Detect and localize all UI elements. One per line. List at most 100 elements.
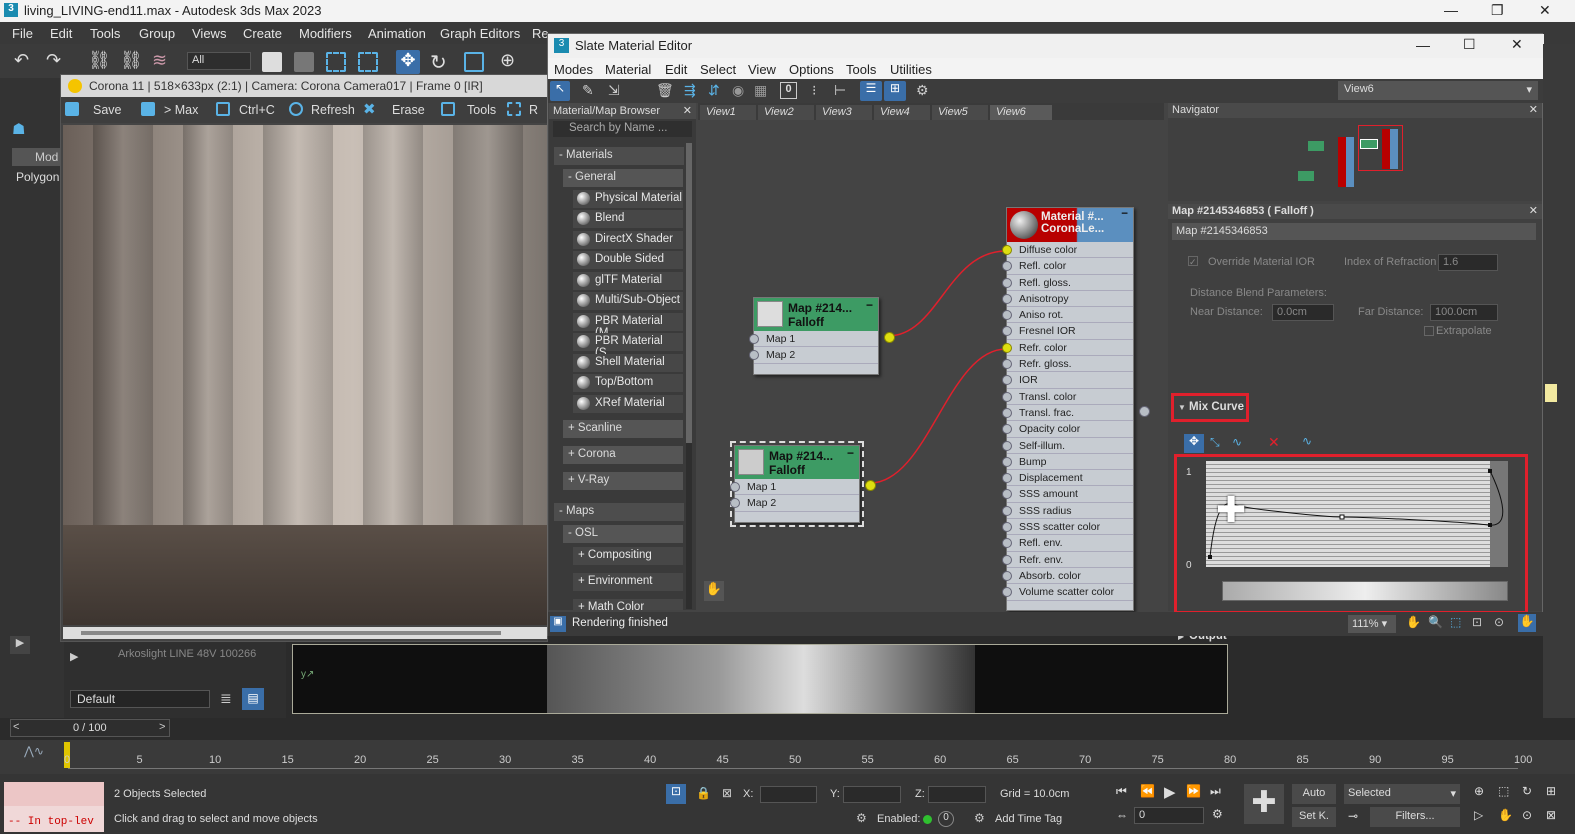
zoom-icon[interactable]: 🔍 [1428,615,1443,629]
play-icon[interactable]: ▶ [10,636,30,654]
slot-socket[interactable] [1002,359,1012,370]
browser-search-input[interactable]: Search by Name ... [553,121,692,137]
layer-explorer-icon[interactable]: ▤ [242,688,264,710]
sme-menu-utilities[interactable]: Utilities [890,62,932,77]
zoom-dropdown[interactable]: 111% ▾ [1348,615,1396,633]
slot-socket[interactable] [730,482,740,492]
show-shaded-icon[interactable]: ◉ [732,82,744,99]
move-children-icon[interactable]: ⇶ [684,82,696,99]
slot-refl-env[interactable]: Refl. env. [1002,535,1133,552]
tools-icon[interactable] [441,102,455,116]
adaptive-degradation-icon[interactable]: ⚙ [856,811,867,825]
category-vray[interactable]: + V-Ray [563,472,683,490]
browser-item-physical-material[interactable]: Physical Material [573,190,683,208]
viewport-nav-icon-4[interactable]: ⊞ [1546,784,1556,798]
to-max-button[interactable]: > Max [164,103,198,117]
sme-menu-view[interactable]: View [748,62,776,77]
redo-icon[interactable]: ↷ [46,50,61,71]
zoom-selected-icon[interactable]: ⊙ [1494,615,1504,629]
slot-displacement[interactable]: Displacement [1002,470,1133,487]
mix-curve-graph[interactable]: ✚ [1206,461,1508,567]
set-key-big-icon[interactable]: ✚ [1244,784,1284,824]
time-slider[interactable]: < 0 / 100 > [10,719,170,737]
set-key-button[interactable]: Set K. [1292,807,1336,827]
save-icon[interactable] [65,102,79,116]
node-collapse-icon[interactable]: − [1121,208,1128,220]
layout-children-icon[interactable]: ⊢ [834,82,846,99]
slot-socket[interactable] [1002,277,1012,288]
slot-sss-scatter-color[interactable]: SSS scatter color [1002,519,1133,536]
polygon-button[interactable]: Polygon [12,168,62,186]
viewport-nav-icon-8[interactable]: ⊠ [1546,808,1556,822]
browser-item-multi-sub-object[interactable]: Multi/Sub-Object [573,292,683,310]
slot-transl-color[interactable]: Transl. color [1002,389,1133,405]
slot-volume-scatter-color[interactable]: Volume scatter color [1002,584,1133,601]
pan-icon[interactable]: ✋ [1406,615,1421,629]
map-name-field[interactable]: Map #2145346853 [1172,223,1536,240]
maxscript-listener[interactable]: -- In top-lev [4,782,104,832]
viewport-nav-icon-2[interactable]: ⬚ [1498,784,1509,798]
pick-material-icon[interactable]: ✎ [582,82,594,99]
browser-item-double-sided[interactable]: Double Sided [573,251,683,269]
select-tool-icon[interactable]: ↖ [550,81,570,101]
slot-socket[interactable] [1002,245,1012,255]
zoom-extents-icon[interactable]: ⊡ [1472,615,1482,629]
category-maps[interactable]: - Maps [554,503,684,521]
menu-file[interactable]: File [12,26,33,41]
browser-item-blend[interactable]: Blend [573,210,683,228]
navigator-map[interactable] [1298,121,1408,197]
auto-key-button[interactable]: Auto [1292,784,1336,804]
rect-selection-icon[interactable] [326,52,346,72]
slot-ior[interactable]: IOR [1002,372,1133,389]
y-coordinate-field[interactable] [843,786,901,803]
slot-socket[interactable] [1002,456,1012,467]
slot-refr-color[interactable]: Refr. color [1002,340,1133,357]
curve-reset-icon[interactable]: ∿ [1302,434,1312,448]
viewport-bottom[interactable]: y↗ [292,644,1228,714]
parameter-editor-icon[interactable]: ⊞ [884,81,906,101]
next-frame-icon[interactable]: ⏩ [1186,784,1201,798]
sme-menu-select[interactable]: Select [700,62,736,77]
play-animation-icon[interactable]: ▶ [1164,783,1176,801]
sme-maximize-icon[interactable]: ☐ [1463,36,1476,53]
copy-icon[interactable] [216,102,230,116]
sme-menu-options[interactable]: Options [789,62,834,77]
sme-menu-edit[interactable]: Edit [665,62,687,77]
menu-create[interactable]: Create [243,26,282,41]
to-max-icon[interactable] [141,102,155,116]
sample-slots-icon[interactable]: 0 [780,82,797,99]
node-falloff-2-header[interactable]: Map #214... Falloff − [735,446,859,479]
collapse-arrow-icon[interactable]: ▼ [1178,403,1186,412]
region-button[interactable]: R [529,103,538,117]
sme-menu-tools[interactable]: Tools [846,62,876,77]
slot-map1[interactable]: Map 1 [749,331,878,348]
navigator-close-icon[interactable]: ✕ [1529,103,1538,116]
slot-socket[interactable] [1002,570,1012,581]
absolute-mode-icon[interactable]: ⊠ [722,786,732,800]
slot-socket[interactable] [1002,407,1012,418]
slot-anisotropy[interactable]: Anisotropy [1002,291,1133,308]
assign-material-icon[interactable]: ⇲ [608,82,620,99]
go-to-start-icon[interactable]: ⏮ [1116,784,1127,799]
category-compositing[interactable]: + Compositing [573,547,683,565]
extrapolate-checkbox[interactable] [1424,326,1434,336]
region-icon[interactable] [507,102,521,116]
slot-socket[interactable] [1002,489,1012,500]
slot-transl-frac[interactable]: Transl. frac. [1002,405,1133,422]
sme-menu-material[interactable]: Material [605,62,651,77]
add-time-tag-button[interactable]: Add Time Tag [995,813,1062,825]
menu-tools[interactable]: Tools [90,26,120,41]
set-key-icon[interactable]: ⋀∿ [24,744,44,758]
tools-button[interactable]: Tools [467,103,496,117]
node-material-header[interactable]: Material #... CoronaLe... − [1007,208,1133,242]
slot-sss-radius[interactable]: SSS radius [1002,503,1133,520]
slot-socket[interactable] [1002,424,1012,435]
viewport-nav-icon-6[interactable]: ✋ [1498,808,1513,822]
placement-icon[interactable]: ⊕ [500,50,515,71]
slot-fresnel-ior[interactable]: Fresnel IOR [1002,323,1133,340]
viewport-nav-icon-3[interactable]: ↻ [1522,784,1532,798]
node-falloff-1-header[interactable]: Map #214... Falloff − [754,298,878,331]
window-crossing-icon[interactable] [358,52,378,72]
category-general[interactable]: - General [563,169,683,187]
save-button[interactable]: Save [93,103,122,117]
